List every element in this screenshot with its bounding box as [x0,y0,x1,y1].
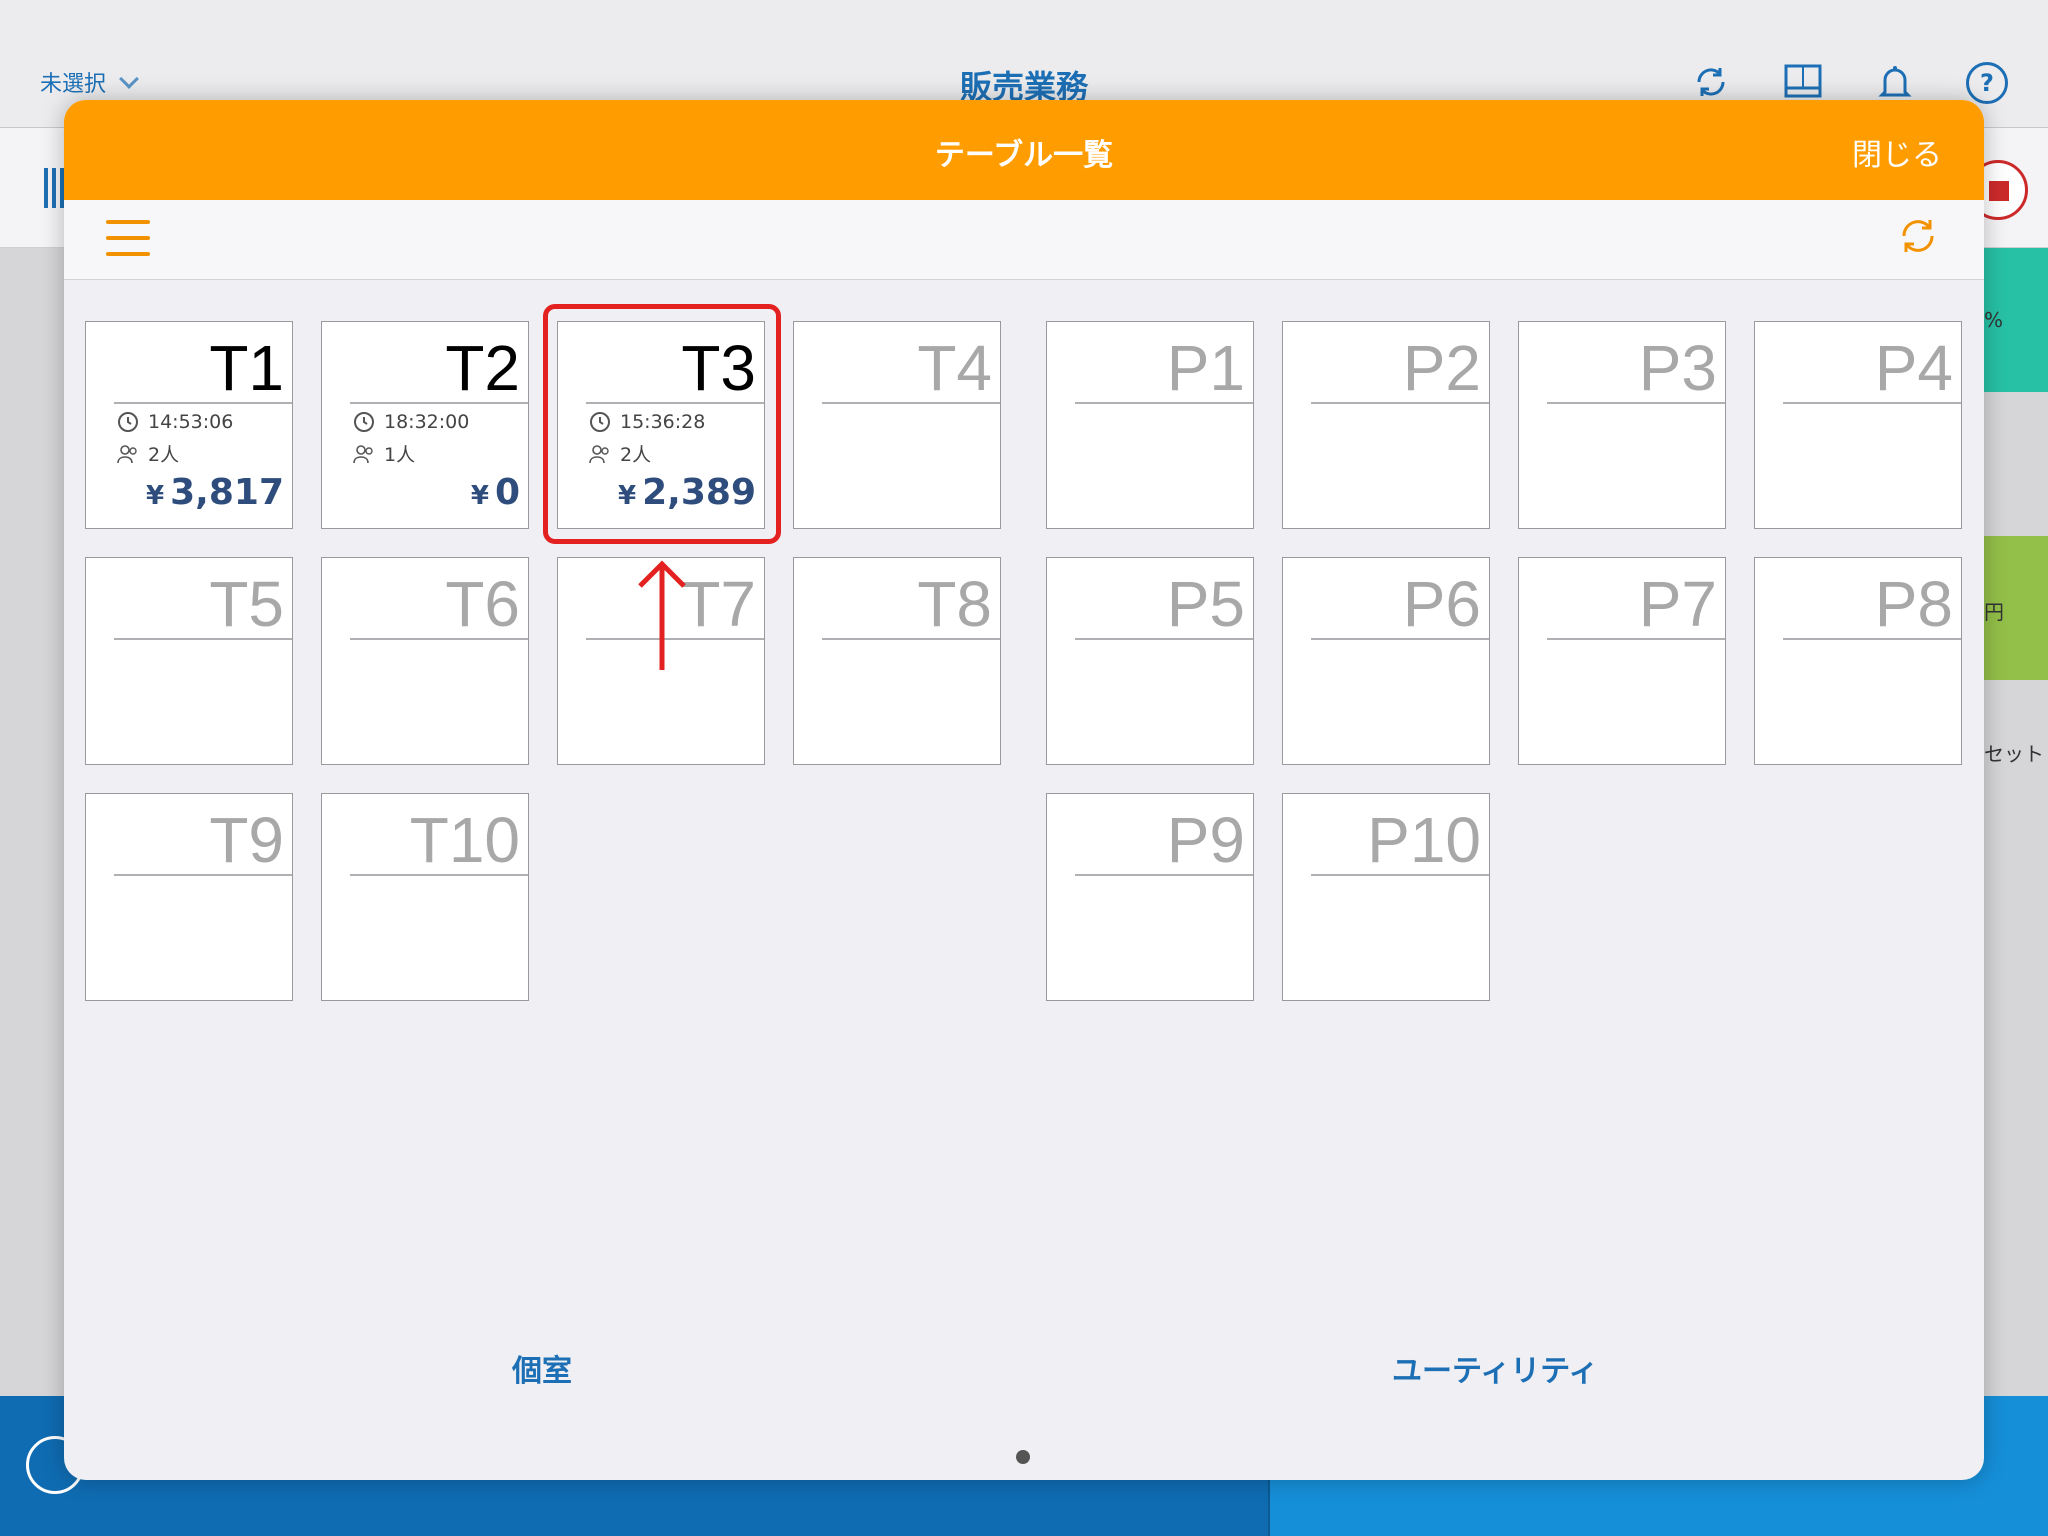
divider [350,874,528,876]
room-label: P1 [1166,332,1245,404]
divider [1547,402,1725,404]
table-tile-t2[interactable]: T2 18:32:00 1人 ¥0 [321,321,529,529]
room-label: P7 [1638,568,1717,640]
room-tile-p6[interactable]: P6 [1282,557,1490,765]
divider [1075,402,1253,404]
divider [1075,874,1253,876]
help-icon[interactable]: ? [1966,62,2008,104]
table-label: T1 [209,332,284,404]
arrow-up-icon [638,560,686,670]
divider [114,638,292,640]
elapsed-time: 18:32:00 [352,410,469,434]
divider [1311,402,1489,404]
modal-toolbar [64,200,1984,280]
clock-icon [354,412,374,432]
room-tile-p3[interactable]: P3 [1518,321,1726,529]
yen-label: 円 [1984,600,2004,624]
room-label: P5 [1166,568,1245,640]
guest-count: 2人 [116,440,179,467]
table-label: T5 [209,568,284,640]
sync-icon[interactable] [1690,62,1732,104]
percent-label: % [1984,308,2004,332]
divider [1783,402,1961,404]
table-amount: ¥3,817 [146,472,284,513]
page-indicator [1016,1450,1030,1464]
divider [822,638,1000,640]
room-tile-p8[interactable]: P8 [1754,557,1962,765]
table-list-modal: テーブル一覧 閉じる T1 14:53:06 2人 ¥3,817 T2 18:3… [64,100,1984,1480]
room-label: P4 [1874,332,1953,404]
display-icon[interactable] [1782,62,1824,104]
room-label: P10 [1367,804,1481,876]
room-label: P2 [1402,332,1481,404]
table-tile-t1[interactable]: T1 14:53:06 2人 ¥3,817 [85,321,293,529]
bell-icon[interactable] [1874,62,1916,104]
room-tile-p7[interactable]: P7 [1518,557,1726,765]
highlight-box [543,304,781,544]
divider [1075,638,1253,640]
tab-private-room[interactable]: 個室 [512,1346,572,1390]
table-label: T6 [445,568,520,640]
divider [350,402,528,404]
divider [350,638,528,640]
modal-title: テーブル一覧 [934,138,1114,173]
elapsed-time: 14:53:06 [116,410,233,434]
divider [1783,638,1961,640]
table-tile-t4[interactable]: T4 [793,321,1001,529]
hamburger-menu-icon[interactable] [106,218,150,258]
divider [1547,638,1725,640]
divider [822,402,1000,404]
table-tile-t8[interactable]: T8 [793,557,1001,765]
divider [114,402,292,404]
guests-icon [353,444,373,463]
table-label: T4 [917,332,992,404]
table-label: T2 [445,332,520,404]
divider [1311,638,1489,640]
clock-icon [118,412,138,432]
close-button[interactable]: 閉じる [1852,130,1942,174]
table-label: T9 [209,804,284,876]
room-tile-p2[interactable]: P2 [1282,321,1490,529]
room-label: P3 [1638,332,1717,404]
room-label: P6 [1402,568,1481,640]
room-label: P8 [1874,568,1953,640]
table-tile-t5[interactable]: T5 [85,557,293,765]
table-tile-t9[interactable]: T9 [85,793,293,1001]
table-tile-t6[interactable]: T6 [321,557,529,765]
table-label: T8 [917,568,992,640]
guest-count: 1人 [352,440,415,467]
set-label: セット [1984,742,2044,766]
refresh-icon[interactable] [1896,214,1940,258]
tab-utility[interactable]: ユーティリティ [1392,1346,1598,1390]
divider [114,874,292,876]
table-label: T10 [409,804,520,876]
room-tile-p10[interactable]: P10 [1282,793,1490,1001]
room-tile-p5[interactable]: P5 [1046,557,1254,765]
room-label: P9 [1166,804,1245,876]
table-tile-t10[interactable]: T10 [321,793,529,1001]
divider [1311,874,1489,876]
header-icons: ? [1690,62,2008,104]
room-tile-p1[interactable]: P1 [1046,321,1254,529]
room-tile-p4[interactable]: P4 [1754,321,1962,529]
guests-icon [117,444,137,463]
room-tile-p9[interactable]: P9 [1046,793,1254,1001]
table-amount: ¥0 [470,472,520,513]
